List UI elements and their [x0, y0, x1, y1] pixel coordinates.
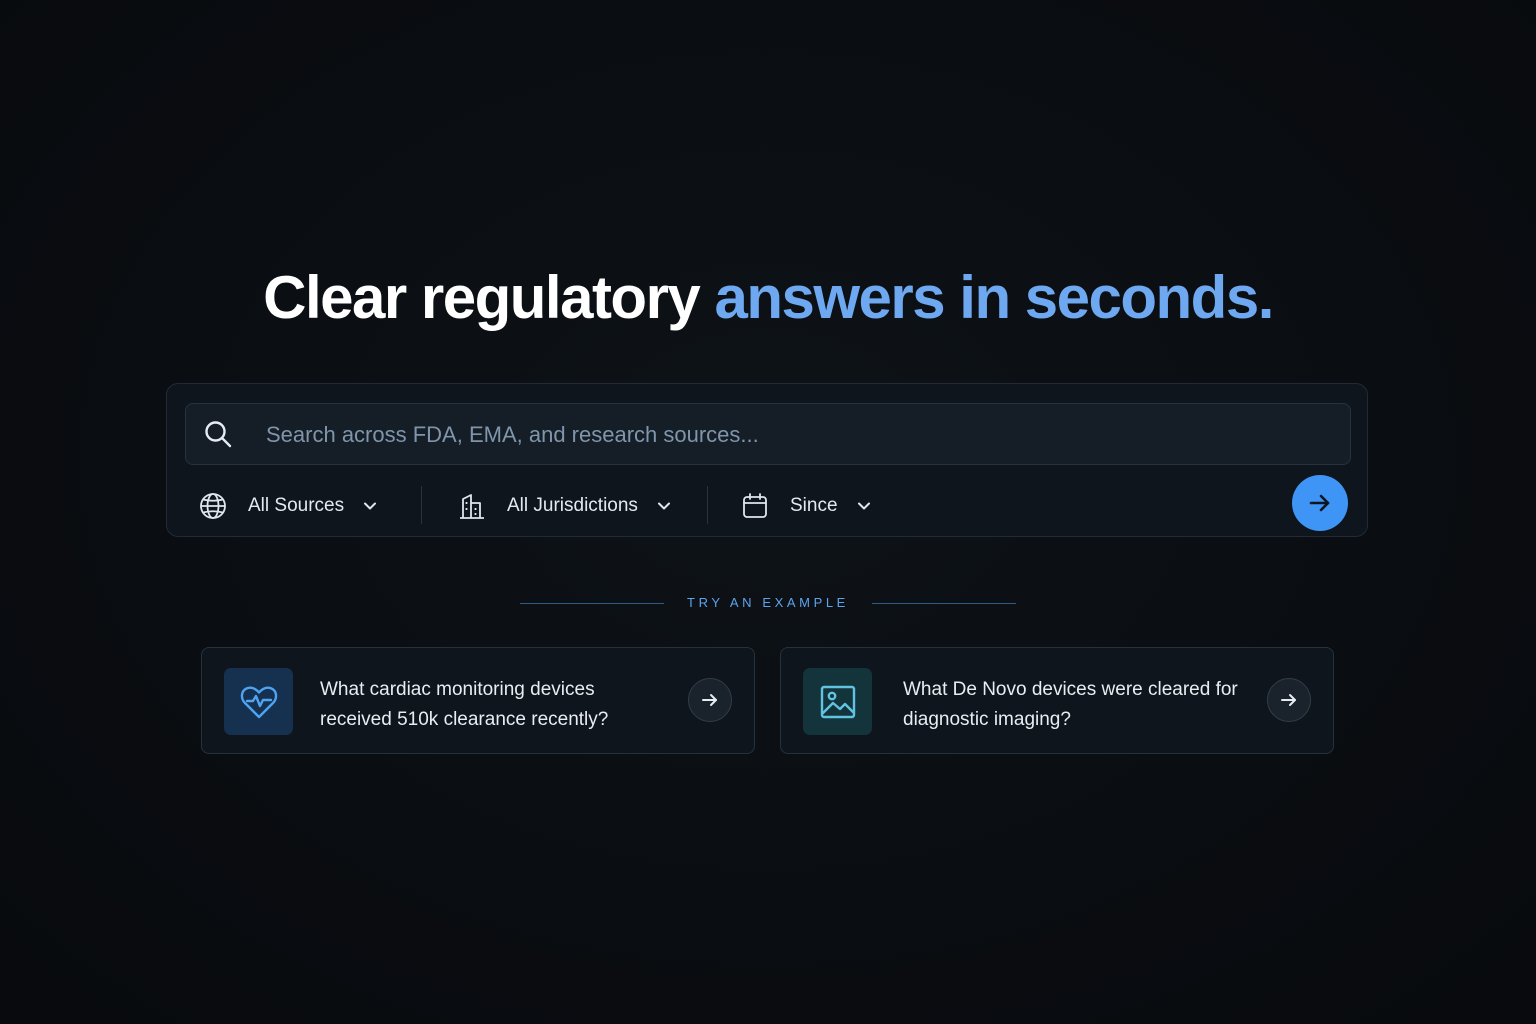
sources-filter[interactable]: All Sources — [198, 488, 378, 524]
search-input[interactable] — [264, 414, 1328, 456]
sources-filter-label: All Sources — [248, 495, 345, 516]
image-icon — [820, 685, 855, 718]
globe-icon — [200, 493, 226, 519]
heading-rule-right — [872, 603, 1016, 604]
example-card-imaging[interactable]: What De Novo devices were cleared for di… — [780, 647, 1334, 754]
page: Clear regulatory answers in seconds. All… — [0, 0, 1536, 1024]
search-panel: All Sources All Jurisdictions — [166, 383, 1368, 537]
arrow-right-icon — [702, 694, 717, 706]
headline-accent: answers in seconds. — [714, 264, 1274, 331]
submit-search-button[interactable] — [1292, 475, 1348, 531]
example-go-button[interactable] — [688, 678, 732, 722]
filter-divider — [707, 486, 708, 524]
filter-divider — [421, 486, 422, 524]
search-box[interactable] — [185, 403, 1351, 465]
page-headline: Clear regulatory answers in seconds. — [0, 262, 1536, 334]
chevron-down-icon — [857, 502, 870, 510]
example-card-cardiac[interactable]: What cardiac monitoring devices received… — [201, 647, 755, 754]
arrow-right-icon — [1281, 694, 1296, 706]
since-filter-label: Since — [790, 495, 838, 516]
chevron-down-icon — [364, 502, 377, 510]
chevron-down-icon — [657, 502, 670, 510]
calendar-icon — [743, 493, 767, 518]
examples-heading: TRY AN EXAMPLE — [687, 595, 849, 610]
example-card-text: What cardiac monitoring devices received… — [320, 679, 609, 730]
jurisdictions-filter-label: All Jurisdictions — [507, 495, 638, 516]
jurisdictions-filter[interactable]: All Jurisdictions — [457, 488, 672, 524]
headline-main: Clear regulatory — [263, 264, 715, 331]
example-icon-tile — [224, 668, 293, 735]
examples-heading-row: TRY AN EXAMPLE — [0, 594, 1536, 614]
since-filter[interactable]: Since — [740, 488, 872, 524]
example-icon-tile — [803, 668, 872, 735]
example-go-button[interactable] — [1267, 678, 1311, 722]
building-icon — [460, 494, 484, 519]
arrow-right-icon — [1309, 494, 1330, 512]
search-icon — [205, 421, 232, 448]
heart-pulse-icon — [240, 686, 277, 718]
example-card-text: What De Novo devices were cleared for di… — [903, 679, 1238, 730]
